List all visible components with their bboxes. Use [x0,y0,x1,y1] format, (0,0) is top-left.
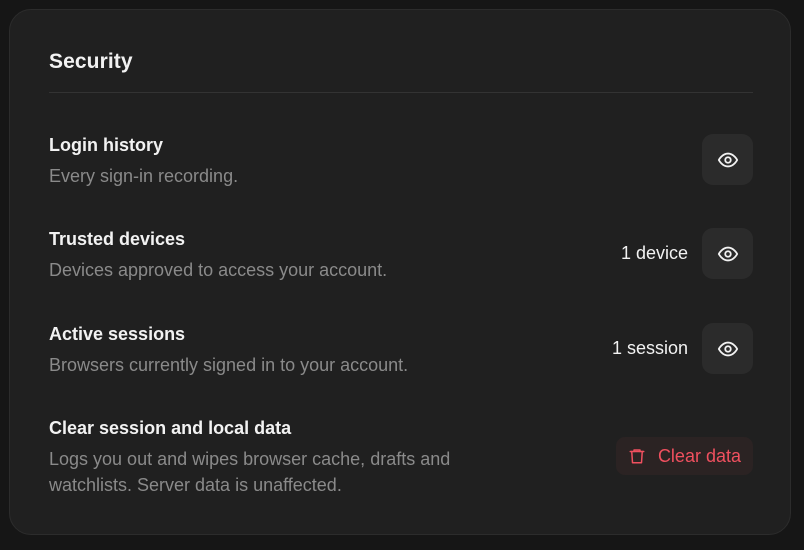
trusted-devices-row: Trusted devices Devices approved to acce… [49,228,753,283]
row-description: Browsers currently signed in to your acc… [49,355,409,375]
clear-data-button[interactable]: Clear data [615,437,753,475]
section-title: Security [49,50,133,73]
active-sessions-row: Active sessions Browsers currently signe… [49,323,753,378]
device-count: 1 device [620,243,688,263]
row-description: Logs you out and wipes browser cache, dr… [49,449,451,495]
row-title: Clear session and local data [49,418,292,438]
row-description: Devices approved to access your account. [49,260,388,280]
eye-icon [717,341,738,356]
view-login-history-button[interactable] [702,134,753,185]
divider [49,92,753,93]
login-history-row: Login history Every sign-in recording. [49,134,753,189]
eye-icon [717,152,738,167]
row-title: Login history [49,135,163,155]
view-active-sessions-button[interactable] [702,323,753,374]
security-card: Security Login history Every sign-in rec… [9,9,791,535]
view-trusted-devices-button[interactable] [702,228,753,279]
clear-data-label: Clear data [657,445,741,466]
row-description: Every sign-in recording. [49,166,239,186]
session-count: 1 session [611,338,688,358]
clear-data-row: Clear session and local data Logs you ou… [49,417,753,498]
trash-icon [629,449,645,464]
eye-icon [717,246,738,261]
